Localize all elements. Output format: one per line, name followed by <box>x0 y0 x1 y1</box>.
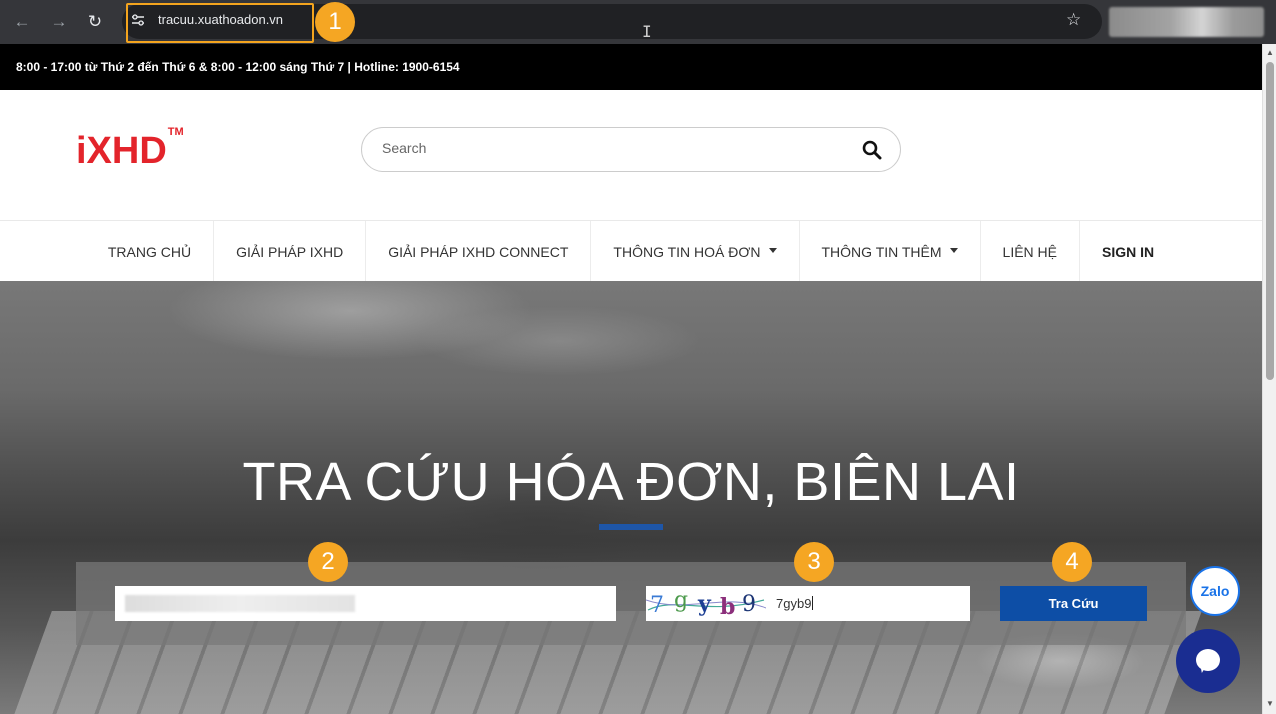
step-badge-1: 1 <box>315 2 355 42</box>
scroll-thumb[interactable] <box>1266 62 1274 380</box>
bookmark-star-icon[interactable]: ☆ <box>1066 10 1081 30</box>
back-icon[interactable]: ← <box>9 9 35 35</box>
site-header: iXHDTM <box>0 90 1262 220</box>
hero-section: TRA CỨU HÓA ĐƠN, BIÊN LAI 7 g y b 9 7gyb… <box>0 281 1262 714</box>
title-underline <box>599 524 663 530</box>
main-nav: TRANG CHỦ GIẢI PHÁP IXHD GIẢI PHÁP IXHD … <box>0 220 1262 282</box>
step-badge-4: 4 <box>1052 542 1092 582</box>
captcha-image: 7 g y b 9 <box>646 586 766 621</box>
profile-area[interactable] <box>1109 7 1264 37</box>
captcha-char-2: g <box>674 588 688 613</box>
browser-toolbar: ← → ↻ tracuu.xuathoadon.vn ☆ I <box>0 0 1276 44</box>
nav-thong-tin-hoa-don[interactable]: THÔNG TIN HOÁ ĐƠN <box>591 221 800 282</box>
logo-tm: TM <box>167 126 184 139</box>
step-badge-2: 2 <box>308 542 348 582</box>
captcha-char-5: 9 <box>742 592 756 617</box>
nav-sign-in[interactable]: SIGN IN <box>1080 221 1176 282</box>
caret-down-icon <box>949 248 958 253</box>
hero-title: TRA CỨU HÓA ĐƠN, BIÊN LAI <box>242 452 1020 512</box>
chat-tail <box>1196 663 1206 674</box>
captcha-field[interactable]: 7 g y b 9 7gyb9 <box>646 586 970 621</box>
lookup-form: 7 g y b 9 7gyb9 Tra Cứu <box>76 562 1186 645</box>
top-info-bar: 8:00 - 17:00 từ Thứ 2 đến Thứ 6 & 8:00 -… <box>0 44 1262 90</box>
captcha-char-4: b <box>720 594 735 620</box>
captcha-char-1: 7 <box>650 593 664 618</box>
url-highlight-box <box>126 3 314 43</box>
invoice-code-input[interactable] <box>115 586 616 621</box>
caret-down-icon <box>768 248 777 253</box>
nav-thong-tin-them[interactable]: THÔNG TIN THÊM <box>800 221 981 282</box>
ixhd-logo[interactable]: iXHDTM <box>76 126 184 173</box>
site-search <box>361 127 901 172</box>
nav-lien-he[interactable]: LIÊN HỆ <box>981 221 1081 282</box>
nav-giai-phap-ixhd[interactable]: GIẢI PHÁP IXHD <box>214 221 367 282</box>
captcha-input[interactable]: 7gyb9 <box>776 596 813 611</box>
page-scrollbar[interactable]: ▲ ▼ <box>1262 44 1276 714</box>
text-cursor-icon: I <box>642 22 652 41</box>
lookup-button[interactable]: Tra Cứu <box>1000 586 1147 621</box>
zalo-chat-button[interactable]: Zalo <box>1190 566 1240 616</box>
search-input[interactable] <box>382 140 842 156</box>
scroll-down-icon[interactable]: ▼ <box>1266 699 1274 708</box>
live-chat-button[interactable] <box>1176 629 1240 693</box>
web-page: 8:00 - 17:00 từ Thứ 2 đến Thứ 6 & 8:00 -… <box>0 44 1262 714</box>
search-icon[interactable] <box>862 140 882 160</box>
logo-text: iXHD <box>76 130 167 172</box>
step-badge-3: 3 <box>794 542 834 582</box>
forward-icon[interactable]: → <box>46 9 72 35</box>
blurred-value <box>125 595 355 612</box>
captcha-char-3: y <box>697 591 712 617</box>
scroll-up-icon[interactable]: ▲ <box>1266 48 1274 57</box>
nav-giai-phap-ixhd-connect[interactable]: GIẢI PHÁP IXHD CONNECT <box>366 221 592 282</box>
nav-trang-chu[interactable]: TRANG CHỦ <box>86 221 215 282</box>
reload-icon[interactable]: ↻ <box>82 9 108 35</box>
